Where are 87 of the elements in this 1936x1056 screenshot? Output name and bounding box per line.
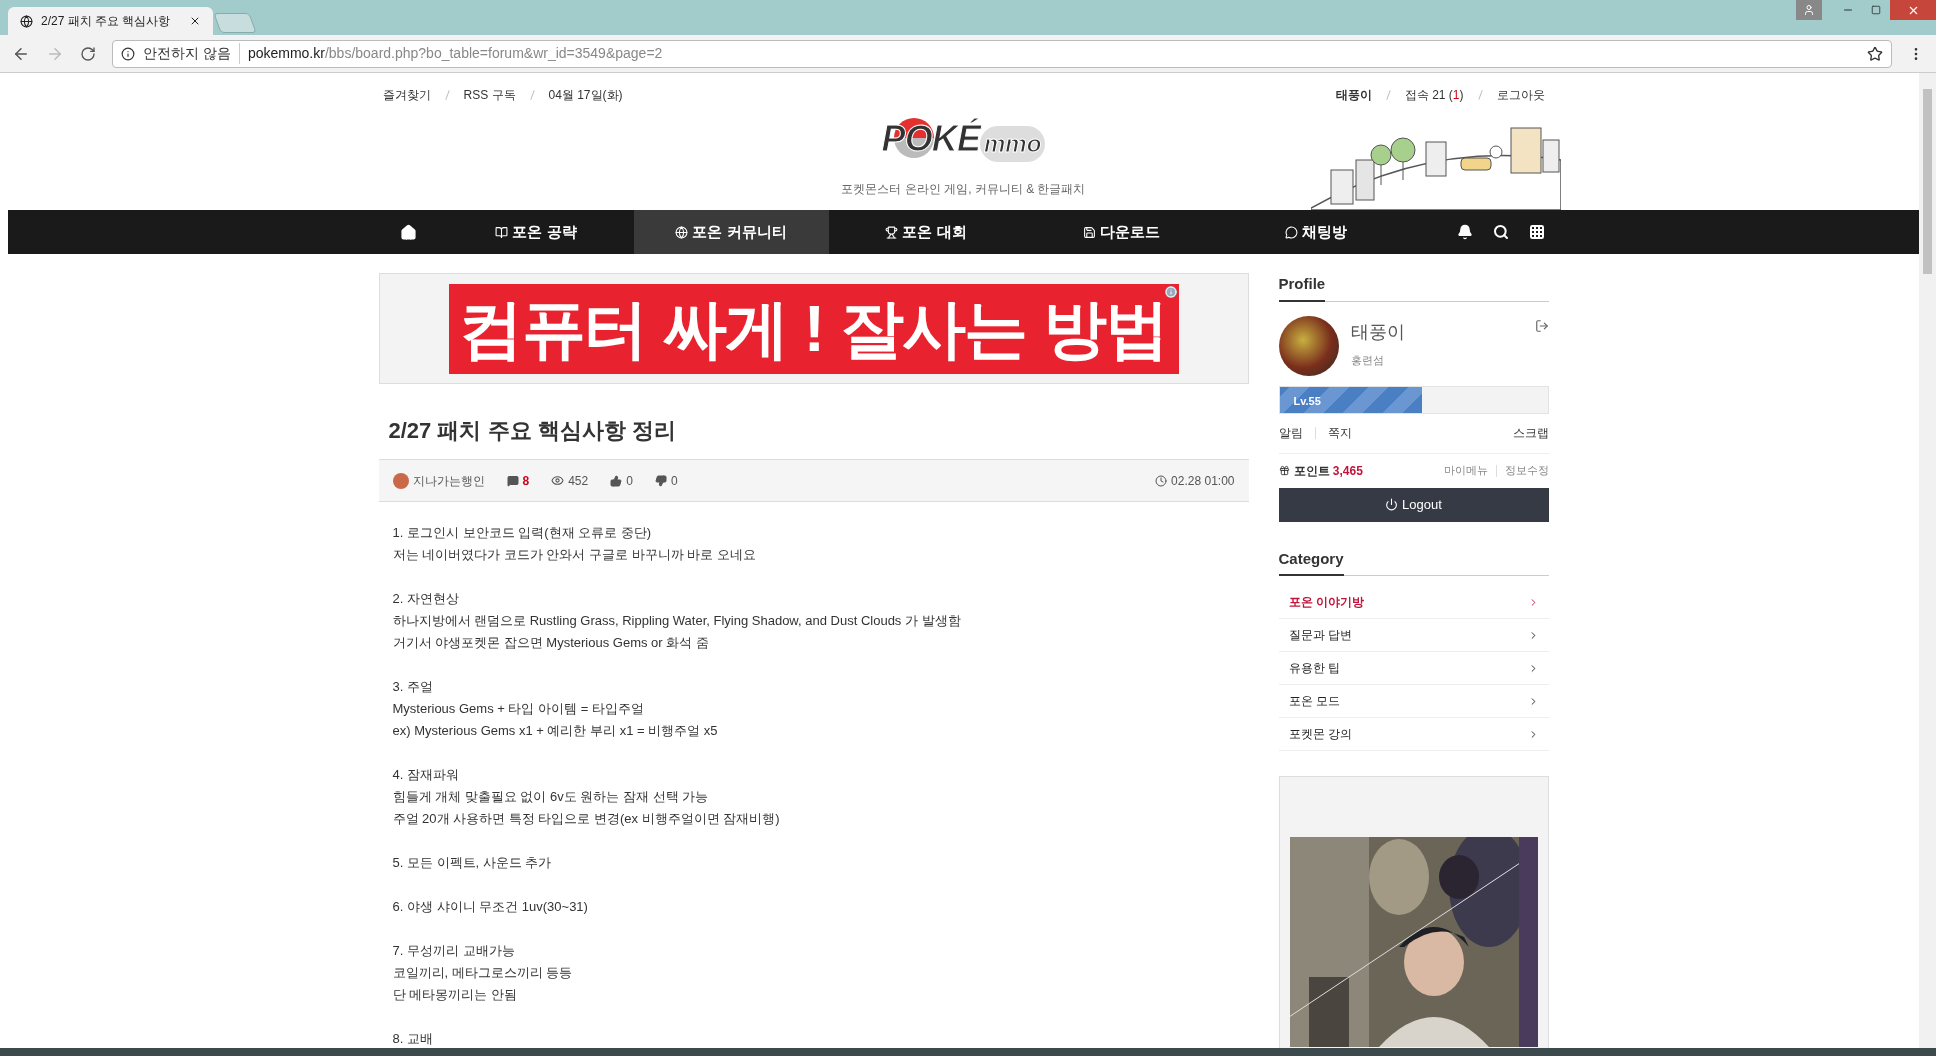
search-icon[interactable] [1492,224,1509,240]
section-heading: Category [1278,547,1344,576]
post-text-line: 단 메타몽끼리는 안됨 [392,986,518,1004]
edit-info-link[interactable]: 정보수정 [1504,462,1549,479]
scrollbar[interactable] [1919,73,1936,1048]
book-icon [495,225,509,239]
ad-banner[interactable]: 컴퓨터 싸게 ! 잘사는 방법 [448,283,1179,374]
comment-icon [506,474,519,487]
section-heading: Profile [1278,273,1326,302]
user-name-link[interactable]: 태풍이 [1331,86,1376,104]
nav-item[interactable]: 채팅방 [1218,210,1414,254]
gift-icon [1278,465,1290,476]
clock-icon [1155,474,1168,487]
thumbs-down-icon [654,474,667,487]
category-item[interactable]: 유용한 팁 [1278,652,1549,685]
profile-rank: 홍련섬 [1350,352,1385,368]
power-icon [1385,498,1399,511]
person-icon [1803,4,1815,16]
bookmark-star-icon[interactable] [1867,45,1883,62]
post-text-line: 3. 주얼 [392,678,434,696]
floppy-icon [1082,225,1096,239]
info-icon[interactable] [1164,285,1177,298]
eye-icon [551,474,565,487]
nav-item[interactable]: 포온 공략 [438,210,634,254]
post-text-line: Mysterious Gems + 타입 아이템 = 타입주얼 [392,700,645,718]
post-text-line: 6. 야생 샤이니 무조건 1uv(30~31) [392,898,589,916]
logout-icon[interactable] [1534,318,1549,333]
maximize-icon [1871,5,1881,15]
post-text-line: 저는 네이버였다가 코드가 안와서 구글로 바꾸니까 바로 오네요 [392,546,757,564]
category-item[interactable]: 포온 모드 [1278,685,1549,718]
category-item[interactable]: 포온 이야기방 [1278,586,1549,619]
site-icon [20,14,33,28]
dislike-count: 0 [654,471,678,490]
top-link[interactable]: RSS 구독 [459,86,520,104]
post-text-line: 1. 로그인시 보안코드 입력(현재 오류로 중단) [392,524,653,542]
post-text-line: 4. 잠재파워 [392,766,460,784]
browser-tab[interactable]: 2/27 패치 주요 핵심사항 [8,7,213,35]
level-text: Lv.55 [1293,393,1321,409]
post-text-line: 힘들게 개체 맞출필요 없이 6v도 원하는 잠재 선택 가능 [392,788,710,806]
post-date: 02.28 01:00 [1155,471,1235,490]
post-text-line: 주얼 20개 사용하면 특정 타입으로 변경(ex 비행주얼이면 잠재비행) [392,810,781,828]
my-menu-link[interactable]: 마이메뉴 [1443,462,1488,479]
top-link[interactable]: 04월 17일(화) [544,86,627,104]
post-text-line: 7. 무성끼리 교배가능 [392,942,516,960]
post-text-line: 5. 모든 이펙트, 사운드 추가 [392,854,553,872]
logout-link[interactable]: 로그아웃 [1492,86,1549,104]
trophy-icon [885,225,899,239]
globe-icon [675,225,689,239]
info-icon [121,46,135,61]
post-text-line: 코일끼리, 메타그로스끼리 등등 [392,964,574,982]
category-item[interactable]: 포켓몬 강의 [1278,718,1549,751]
nav-item[interactable]: 포온 커뮤니티 [633,210,829,254]
address-field[interactable]: 안전하지 않음 pokemmo.kr/bbs/board.php?bo_table=forum&wr_id=3549&page=2 [112,39,1892,68]
online-count-link[interactable]: 접속 21 (1) [1400,86,1468,104]
grid-icon[interactable] [1528,224,1545,240]
reload-icon[interactable] [80,45,96,62]
nav-item[interactable]: 포온 대회 [828,210,1024,254]
top-link[interactable]: 즐겨찾기 [378,86,435,104]
site-tagline: 포켓몬스터 온라인 게임, 커뮤니티 & 한글패치 [841,181,1086,198]
bell-icon[interactable] [1456,224,1473,240]
thumbs-up-icon [610,474,623,487]
comment-count: 8 [506,471,530,490]
post-text-line: 거기서 야생포켓몬 잡으면 Mysterious Gems or 화석 줌 [392,634,710,652]
chat-icon [1285,225,1298,239]
site-logo[interactable]: POKÉmmo [881,116,1046,166]
nav-item[interactable]: 다운로드 [1023,210,1219,254]
like-count: 0 [610,471,633,490]
scrap-link[interactable]: 스크랩 [1512,424,1549,442]
close-icon[interactable] [189,15,201,27]
author-link[interactable]: 지나가는행인 [392,471,485,490]
post-text-line: 2. 자연현상 [392,590,460,608]
profile-link[interactable]: 쪽지 [1327,424,1352,442]
post-text-line: ex) Mysterious Gems x1 + 예리한 부리 x1 = 비행주얼 x5 [392,722,719,740]
post-text-line: 8. 교배 [392,1030,434,1048]
url-text: pokemmo.kr/bbs/board.php?bo_table=forum&wr_id=3549&page=2 [247,44,663,63]
profile-link[interactable]: 알림 [1278,424,1303,442]
profile-name: 태풍이 [1350,320,1406,344]
post-title: 2/27 패치 주요 핵심사항 정리 [387,417,677,445]
avatar-icon [392,472,409,489]
logout-button[interactable]: Logout [1278,487,1549,522]
profile-button[interactable] [1796,0,1822,20]
post-text-line: 하나지방에서 랜덤으로 Rustling Grass, Rippling Water, Flying Shadow, and Dust Clouds 가 발생함 [392,612,962,630]
points-text: 포인트 3,465 [1293,462,1363,480]
view-count: 452 [551,471,589,490]
home-icon [400,223,417,241]
category-item[interactable]: 질문과 답변 [1278,619,1549,652]
security-label: 안전하지 않음 [143,43,240,64]
